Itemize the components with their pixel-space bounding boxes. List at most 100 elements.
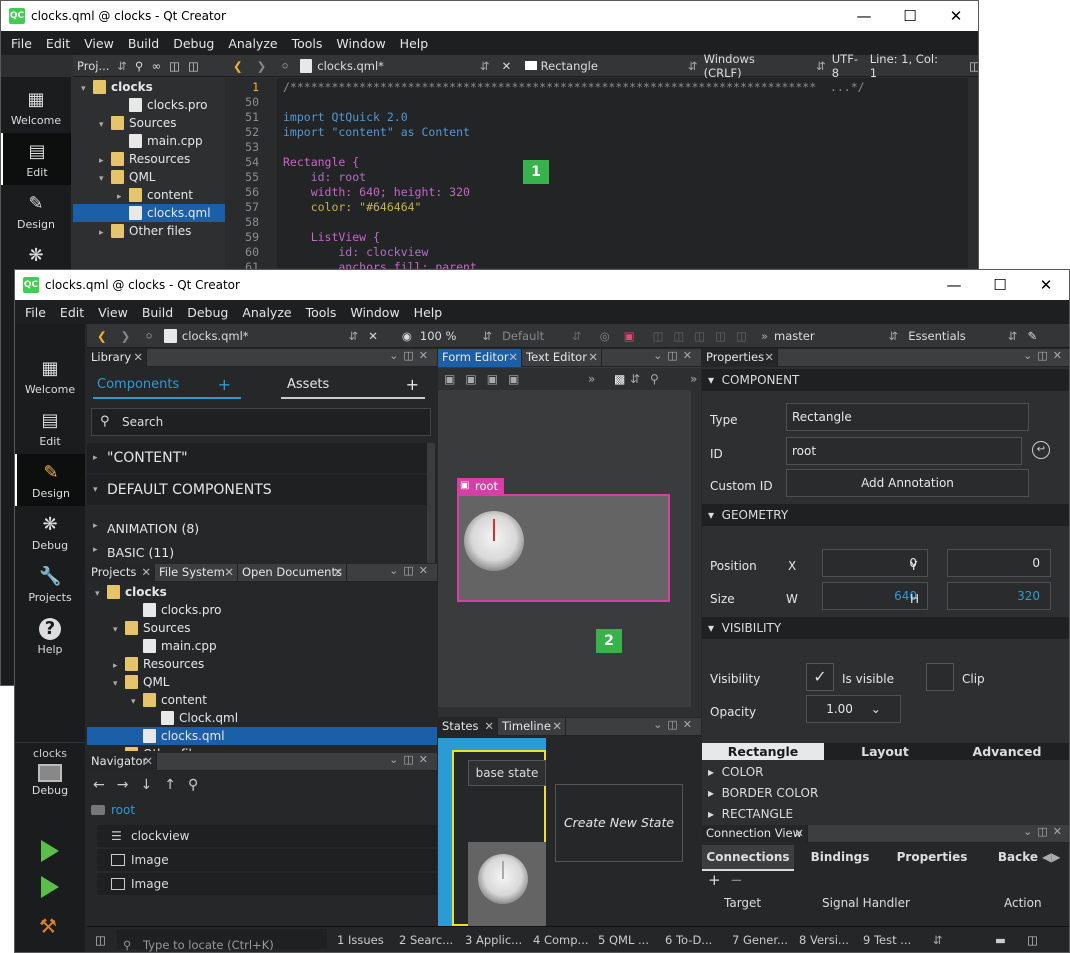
tree-item[interactable]: ▸ Other files	[87, 745, 437, 751]
tree-item[interactable]: main.cpp	[87, 637, 437, 655]
column-signal-handler[interactable]: Signal Handler	[822, 893, 910, 913]
create-new-state-button[interactable]: Create New State	[555, 784, 683, 862]
close-tab-icon[interactable]: ✕	[141, 564, 151, 581]
tab-open-documents[interactable]: Open Documents ✕	[238, 564, 347, 582]
close-tab-icon[interactable]: ✕	[143, 753, 153, 770]
document-combo[interactable]: clocks.qml*	[317, 59, 384, 73]
workspace-combo[interactable]: Essentials	[908, 329, 966, 343]
navigator-root[interactable]: root	[87, 801, 437, 819]
tree-item[interactable]: ▸ Other files	[73, 222, 225, 240]
back-arrow-icon[interactable]: ❮	[97, 329, 107, 343]
bounds-icon[interactable]: ▣	[508, 372, 529, 386]
menu-debug[interactable]: Debug	[187, 305, 228, 320]
y-field[interactable]: 0	[947, 549, 1051, 577]
panel-buttons-icons[interactable]: ⌄◫✕	[389, 753, 433, 766]
pane-test-results[interactable]: 9 Test ...	[863, 933, 911, 947]
tab-timeline[interactable]: Timeline ✕	[498, 718, 566, 736]
toggle-sidebar-icon[interactable]: ◫	[95, 933, 106, 947]
expand-arrow-icon[interactable]: ▸	[113, 747, 125, 751]
subtab-rectangle[interactable]: Rectangle	[702, 743, 824, 760]
select-icon[interactable]: ▣	[444, 372, 465, 386]
code-editor[interactable]: 1 /**************************************…	[225, 78, 978, 274]
section-default-components[interactable]: ▾ DEFAULT COMPONENTS	[87, 475, 427, 505]
tab-connection-view[interactable]: Connection View ✕	[702, 825, 808, 843]
document-combo[interactable]: clocks.qml*	[182, 329, 249, 343]
move-up-icon[interactable]: ↑	[164, 777, 188, 793]
minimize-icon[interactable]: —	[841, 1, 887, 31]
close-tab-icon[interactable]: ✕	[588, 349, 598, 366]
subsection-basic[interactable]: ▸ BASIC (11)	[87, 545, 427, 563]
mode-help[interactable]: ? Help	[15, 610, 85, 662]
close-tab-icon[interactable]: ✕	[552, 718, 562, 735]
run-icon[interactable]	[41, 840, 59, 862]
add-icon[interactable]: +	[708, 871, 721, 889]
encoding-label[interactable]: UTF-8	[832, 52, 864, 80]
library-scrollbar[interactable]	[427, 443, 435, 563]
feedback-icon[interactable]: ✎	[1027, 329, 1037, 343]
menu-analyze[interactable]: Analyze	[242, 305, 291, 320]
panel-buttons-icons[interactable]: ⌄◫✕	[1023, 825, 1067, 838]
close-tab-icon[interactable]: ✕	[794, 825, 804, 842]
branch-combo[interactable]: master	[774, 329, 815, 343]
group-color[interactable]: ▸ COLOR	[708, 765, 764, 779]
id-field[interactable]: root	[786, 437, 1022, 465]
height-field[interactable]: 320	[947, 582, 1051, 610]
search-input[interactable]: ⚲ Search	[91, 408, 431, 436]
pane-todo[interactable]: 6 To-D...	[665, 933, 712, 947]
menu-help[interactable]: Help	[400, 36, 429, 51]
menu-tools[interactable]: Tools	[292, 36, 323, 51]
vertical-scrollbar[interactable]	[968, 78, 978, 268]
horizontal-scrollbar[interactable]	[438, 707, 701, 717]
combo-arrow-icon[interactable]: ⇵	[933, 933, 943, 947]
scroll-tabs-icon[interactable]: ◀▶	[1042, 845, 1060, 869]
symbol-combo[interactable]: Rectangle	[541, 59, 598, 73]
tab-projects[interactable]: Projects ✕	[87, 564, 155, 582]
pane-issues[interactable]: 1 Issues	[337, 933, 384, 947]
section-component[interactable]: ▾ COMPONENT	[702, 369, 1069, 391]
mode-design[interactable]: ✎ Design	[1, 185, 71, 237]
line-endings-combo[interactable]: Windows (CRLF)	[704, 52, 793, 80]
column-action[interactable]: Action	[1004, 893, 1042, 913]
is-visible-checkbox[interactable]: ✓	[806, 663, 834, 691]
sort-icon[interactable]: ⇵	[630, 368, 650, 390]
pane-search[interactable]: 2 Searc...	[399, 933, 453, 947]
navigator-item-image[interactable]: Image	[97, 849, 437, 871]
section-geometry[interactable]: ▾ GEOMETRY	[702, 504, 1069, 526]
tree-item[interactable]: clocks.qml	[73, 204, 225, 222]
tree-item[interactable]: ▾ clocks	[87, 583, 437, 601]
root-rectangle[interactable]	[457, 494, 670, 602]
pane-compile-output[interactable]: 4 Comp...	[533, 933, 589, 947]
subtab-backends[interactable]: Backe	[978, 845, 1038, 869]
close-tab-icon[interactable]: ✕	[508, 349, 518, 366]
tree-item[interactable]: ▸ Resources	[73, 150, 225, 168]
mode-welcome[interactable]: ▦ Welcome	[1, 81, 71, 133]
menu-build[interactable]: Build	[128, 36, 159, 51]
export-icon[interactable]: ↩	[1032, 441, 1050, 459]
panel-buttons-icons[interactable]: ⌄◫✕	[389, 349, 433, 362]
pane-version-control[interactable]: 8 Versi...	[799, 933, 849, 947]
close-icon[interactable]: ✕	[933, 1, 978, 31]
root-item-label[interactable]: ▣ root	[457, 478, 505, 494]
zoom-icon[interactable]: ⚲	[650, 368, 669, 390]
pane-application-output[interactable]: 3 Applic...	[465, 933, 522, 947]
panel-buttons-icons[interactable]: ⌄◫✕	[653, 349, 697, 362]
snap-icon[interactable]: ▣	[624, 329, 635, 343]
tab-states[interactable]: States ✕	[438, 718, 498, 736]
projects-combo[interactable]: Proj...	[77, 59, 109, 73]
tab-navigator[interactable]: Navigator ✕	[87, 753, 157, 771]
close-document-icon[interactable]: ✕	[368, 329, 378, 343]
split-editor-icon[interactable]: ◫	[969, 59, 978, 73]
tab-form-editor[interactable]: Form Editor ✕	[438, 349, 522, 367]
more-icon[interactable]: »	[588, 368, 605, 390]
tree-item[interactable]: ▾ content	[87, 691, 437, 709]
tree-item[interactable]: ▾ QML	[73, 168, 225, 186]
navigator-item-clockview[interactable]: ☰ clockview	[97, 825, 437, 847]
subsection-animation[interactable]: ▸ ANIMATION (8)	[87, 521, 427, 541]
tree-item[interactable]: main.cpp	[73, 132, 225, 150]
menu-edit[interactable]: Edit	[60, 305, 84, 320]
mode-debug[interactable]: ❋ Debug	[15, 506, 85, 558]
menu-analyze[interactable]: Analyze	[228, 36, 277, 51]
group-border-color[interactable]: ▸ BORDER COLOR	[708, 786, 818, 800]
pane-general-messages[interactable]: 7 Gener...	[732, 933, 788, 947]
add-icon[interactable]: +	[406, 371, 419, 399]
